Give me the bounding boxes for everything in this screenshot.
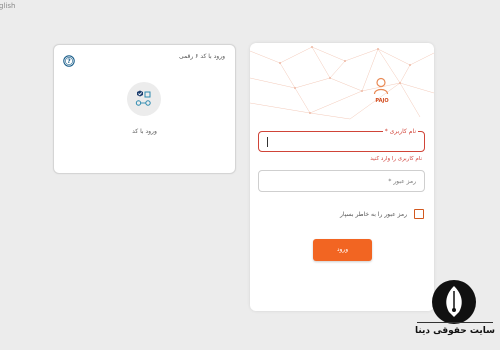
watermark-divider bbox=[417, 322, 493, 323]
watermark-text: سایت حقوقی دینا bbox=[414, 326, 496, 336]
password-input[interactable]: رمز عبور * bbox=[258, 170, 425, 192]
text-caret bbox=[267, 137, 268, 147]
language-switch-link[interactable]: glish bbox=[0, 2, 15, 10]
code-login-title: ورود با کد ۶ رقمی bbox=[179, 53, 225, 60]
remember-me-checkbox[interactable] bbox=[414, 209, 424, 219]
password-placeholder: رمز عبور * bbox=[388, 178, 416, 185]
code-login-button[interactable] bbox=[127, 82, 161, 116]
remember-me-label: رمز عبور را به خاطر بسپار bbox=[340, 211, 407, 218]
network-background bbox=[250, 46, 434, 120]
username-label: نام کاربری * bbox=[382, 128, 418, 135]
brand-logo-text: PAJO bbox=[375, 98, 389, 104]
help-icon[interactable]: ? bbox=[63, 52, 75, 67]
svg-text:?: ? bbox=[67, 58, 71, 65]
code-login-icon bbox=[135, 90, 151, 106]
user-icon bbox=[373, 77, 389, 95]
username-error-message: نام کاربری را وارد کنید bbox=[370, 156, 422, 162]
login-card: PAJO نام کاربری * نام کاربری را وارد کنی… bbox=[250, 43, 434, 311]
pen-nib-logo bbox=[432, 280, 476, 324]
code-login-card: ? ورود با کد ۶ رقمی ورود با کد bbox=[53, 44, 236, 174]
login-button[interactable]: ورود bbox=[313, 239, 372, 261]
code-login-label: ورود با کد bbox=[132, 128, 157, 135]
